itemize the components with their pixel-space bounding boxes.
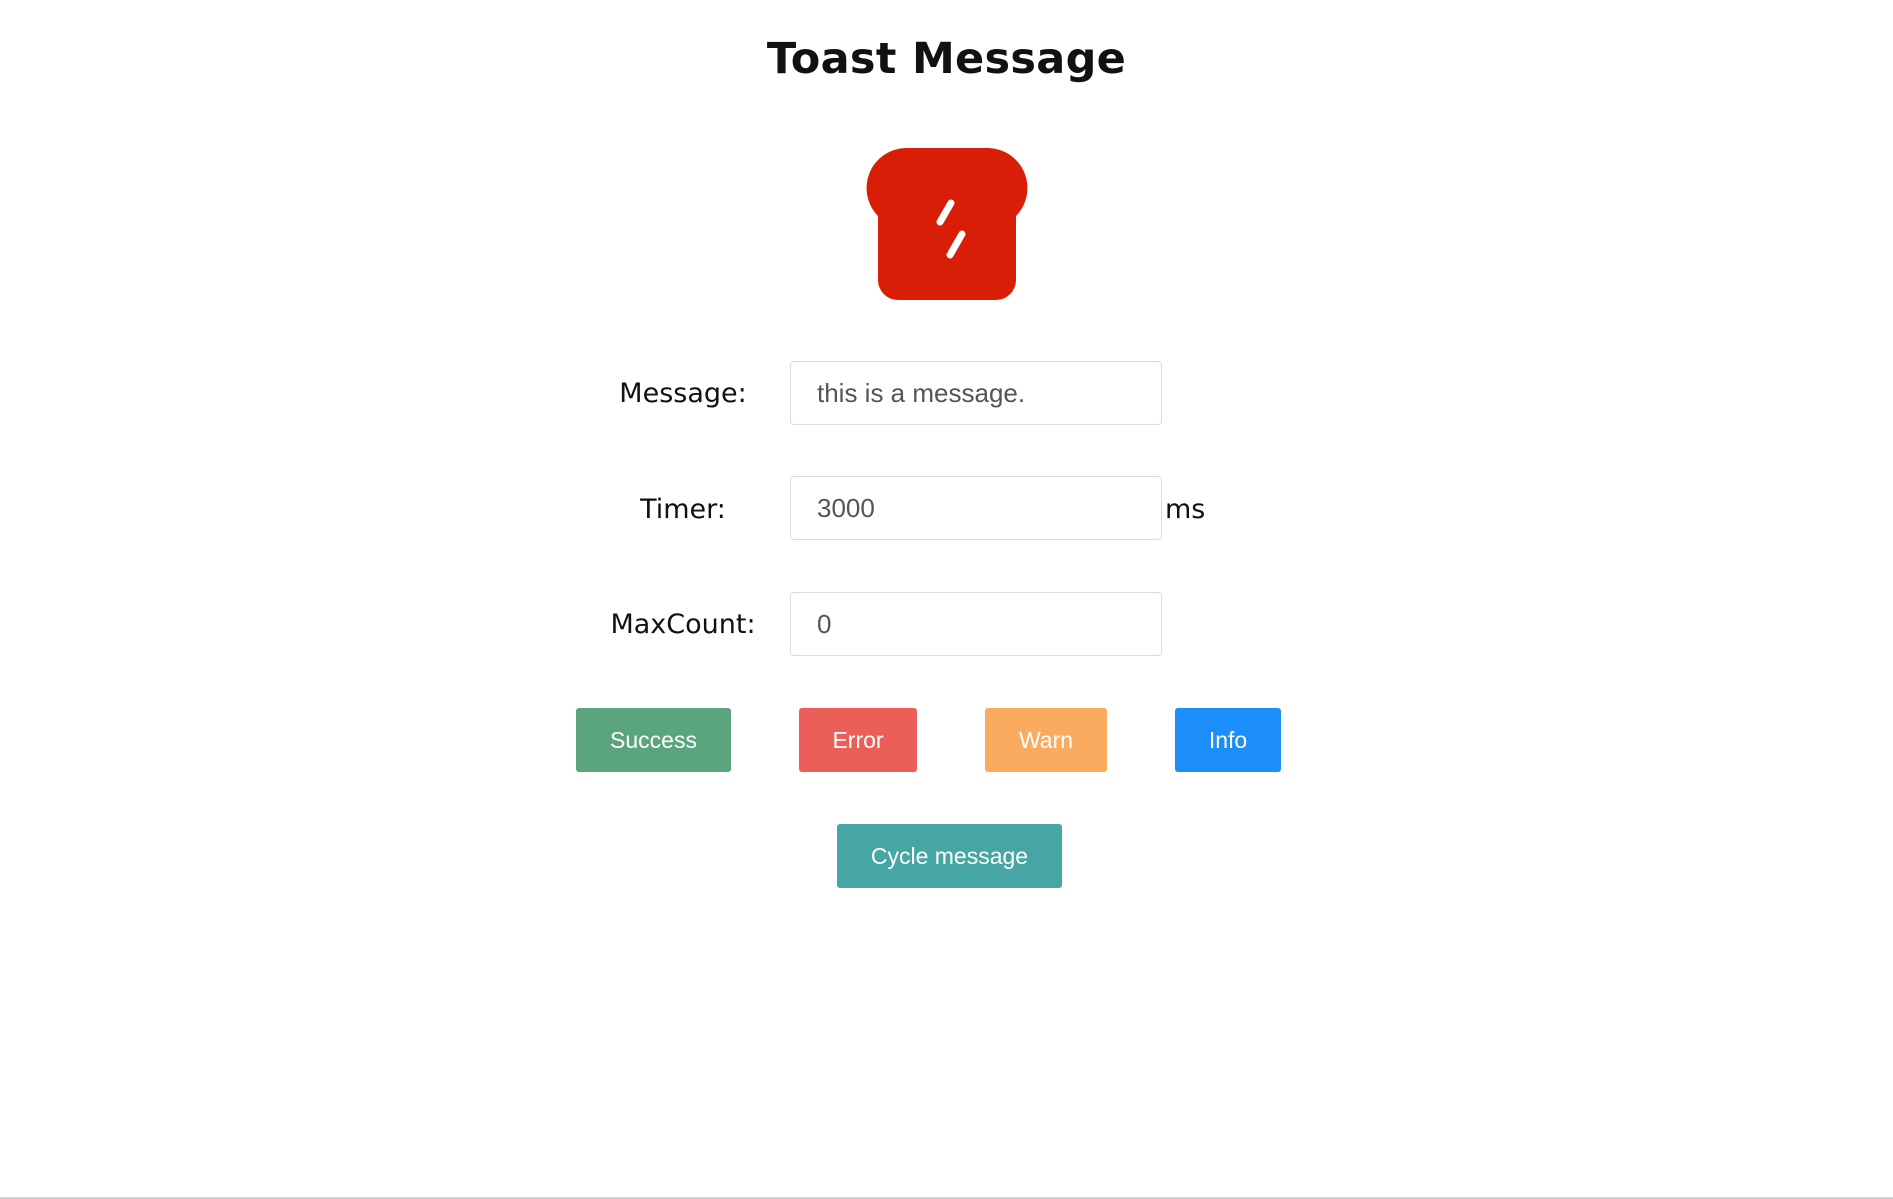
timer-label: Timer: <box>640 494 726 525</box>
error-button[interactable]: Error <box>799 708 917 772</box>
timer-unit-label: ms <box>1165 494 1206 525</box>
maxcount-label: MaxCount: <box>610 609 756 640</box>
maxcount-input[interactable] <box>790 592 1162 656</box>
warn-button[interactable]: Warn <box>985 708 1107 772</box>
success-button[interactable]: Success <box>576 708 731 772</box>
cycle-message-button[interactable]: Cycle message <box>837 824 1062 888</box>
message-input[interactable] <box>790 361 1162 425</box>
page-title: Toast Message <box>766 34 1127 84</box>
page: Toast Message Message: Timer: ms MaxCoun… <box>0 0 1893 1199</box>
timer-input[interactable] <box>790 476 1162 540</box>
toast-bread-shape <box>866 148 1028 300</box>
info-button[interactable]: Info <box>1175 708 1281 772</box>
message-label: Message: <box>619 378 747 409</box>
toast-bread-icon <box>866 148 1028 300</box>
